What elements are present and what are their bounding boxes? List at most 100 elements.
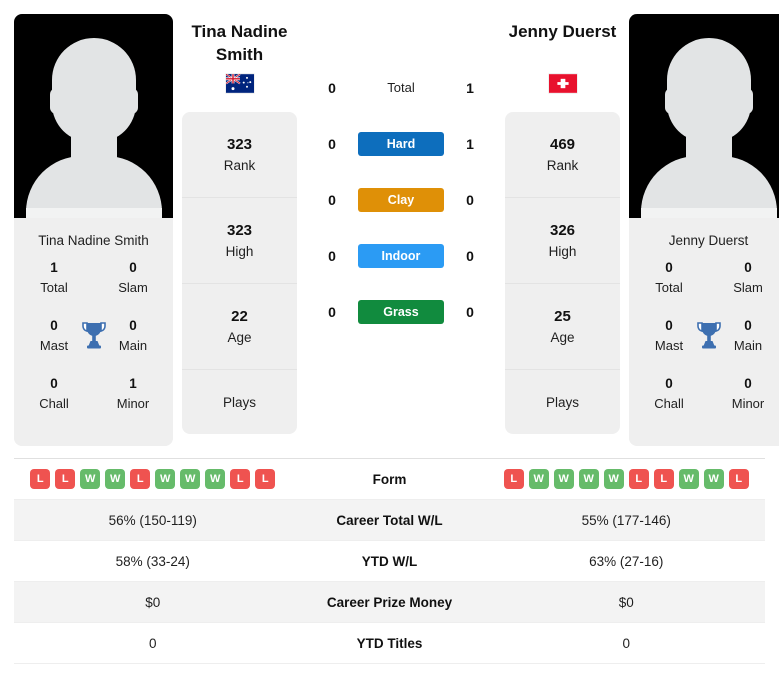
- h2h-clay-right: 0: [466, 192, 474, 208]
- table-row-career-wl: 56% (150-119) Career Total W/L 55% (177-…: [14, 500, 765, 541]
- right-honour-row-1: 0 Total 0 Slam: [629, 258, 779, 316]
- right-titles-mast: 0 Mast: [654, 318, 684, 353]
- right-titles-chall: 0 Chall: [654, 376, 684, 411]
- left-titles-slam: 0 Slam: [118, 260, 148, 295]
- right-form-badges: LWWWWLLWWL: [488, 469, 766, 489]
- form-badge: W: [80, 469, 101, 489]
- left-rank-block: 323 Rank: [182, 112, 297, 198]
- left-plays-block: Plays: [222, 394, 256, 410]
- left-titles-total: 1 Total: [40, 260, 68, 295]
- h2h-total-label-wrap: Total: [358, 79, 444, 97]
- surface-pill-hard[interactable]: Hard: [358, 132, 444, 156]
- table-row-ytd-titles: 0 YTD Titles 0: [14, 623, 765, 664]
- right-rank-block: 469 Rank: [505, 112, 620, 198]
- left-player-photo: [14, 14, 173, 218]
- left-titles-main: 0 Main: [118, 318, 148, 353]
- form-badge: W: [528, 469, 549, 489]
- right-titles-main: 0 Main: [733, 318, 763, 353]
- left-honour-row-1: 1 Total 0 Slam: [14, 258, 173, 316]
- table-row-form: LLWWLWWWLL Form LWWWWLLWWL: [14, 459, 765, 500]
- right-player-meta-card: 469 Rank 326 High 25 Age Plays: [505, 112, 620, 434]
- row-label-ytd-wl: YTD W/L: [361, 553, 418, 569]
- left-form-cell: LLWWLWWWLL: [14, 469, 292, 489]
- right-titles-minor: 0 Minor: [731, 376, 765, 411]
- table-row-ytd-wl: 58% (33-24) YTD W/L 63% (27-16): [14, 541, 765, 582]
- form-badge: L: [55, 469, 76, 489]
- right-player-honours: Jenny Duerst 0 Total 0 Slam 0 Mast 0 Mai…: [629, 218, 779, 446]
- trophy-icon: [695, 320, 723, 350]
- h2h-row-grass: 0 Grass 0: [306, 284, 496, 340]
- right-titles-total: 0 Total: [655, 260, 683, 295]
- h2h-hard-right: 1: [466, 136, 474, 152]
- left-player-name[interactable]: Tina Nadine Smith: [182, 20, 297, 66]
- row-label-form: Form: [372, 471, 407, 487]
- left-player-column: Tina Nadine Smith 1 Total 0 Slam 0 Mast …: [14, 14, 173, 446]
- left-player-meta-column: Tina Nadine Smith 323 Rank 323 High 22 A…: [182, 14, 297, 434]
- avatar-silhouette-icon: [640, 32, 777, 218]
- right-honour-row-3: 0 Chall 0 Minor: [629, 374, 779, 432]
- h2h-grass-left: 0: [328, 304, 336, 320]
- h2h-grass-right: 0: [466, 304, 474, 320]
- right-player-flag-wrap: [505, 66, 620, 100]
- right-career-wl: 55% (177-146): [581, 512, 671, 528]
- au-flag-icon: [225, 73, 254, 93]
- right-player-meta-column: Jenny Duerst 469 Rank 326 High 25 Age Pl…: [505, 14, 620, 434]
- avatar-silhouette-icon: [25, 32, 162, 218]
- form-badge: W: [553, 469, 574, 489]
- left-player-meta-card: 323 Rank 323 High 22 Age Plays: [182, 112, 297, 434]
- h2h-total-right: 1: [466, 80, 474, 96]
- row-label-prize-money: Career Prize Money: [326, 594, 453, 610]
- right-ytd-titles: 0: [622, 635, 630, 651]
- left-prize-money: $0: [145, 594, 161, 610]
- form-badge: L: [255, 469, 276, 489]
- left-titles-chall: 0 Chall: [39, 376, 69, 411]
- form-badge: W: [155, 469, 176, 489]
- h2h-clay-left: 0: [328, 192, 336, 208]
- right-age-block: 25 Age: [505, 284, 620, 370]
- right-player-photo-card[interactable]: Jenny Duerst 0 Total 0 Slam 0 Mast 0 Mai…: [629, 14, 779, 446]
- form-badge: L: [653, 469, 674, 489]
- comparison-stats-table: LLWWLWWWLL Form LWWWWLLWWL 56% (150-119)…: [14, 458, 765, 664]
- surface-pill-clay[interactable]: Clay: [358, 188, 444, 212]
- h2h-indoor-left: 0: [328, 248, 336, 264]
- form-badge: L: [230, 469, 251, 489]
- surface-pill-indoor[interactable]: Indoor: [358, 244, 444, 268]
- form-badge: L: [130, 469, 151, 489]
- player-comparison-page: Tina Nadine Smith 1 Total 0 Slam 0 Mast …: [0, 0, 779, 699]
- left-player-card-name: Tina Nadine Smith: [38, 233, 149, 248]
- form-badge: W: [205, 469, 226, 489]
- h2h-hard-left: 0: [328, 136, 336, 152]
- h2h-indoor-right: 0: [466, 248, 474, 264]
- head-to-head-column: 0 Total 1 0 Hard 1 0 Clay 0 0 Indoor 0 0…: [306, 14, 496, 340]
- ch-flag-icon: [548, 73, 577, 93]
- form-badge: W: [105, 469, 126, 489]
- right-player-name[interactable]: Jenny Duerst: [505, 20, 620, 66]
- h2h-row-hard: 0 Hard 1: [306, 116, 496, 172]
- row-label-ytd-titles: YTD Titles: [356, 635, 423, 651]
- trophy-icon: [80, 320, 108, 350]
- right-player-card-name: Jenny Duerst: [668, 233, 749, 248]
- right-player-column: Jenny Duerst 0 Total 0 Slam 0 Mast 0 Mai…: [629, 14, 779, 446]
- left-form-badges: LLWWLWWWLL: [14, 469, 292, 489]
- h2h-row-total: 0 Total 1: [306, 60, 496, 116]
- right-high-block: 326 High: [505, 198, 620, 284]
- right-prize-money: $0: [618, 594, 634, 610]
- form-badge: W: [603, 469, 624, 489]
- surface-pill-grass[interactable]: Grass: [358, 300, 444, 324]
- form-badge: L: [30, 469, 51, 489]
- left-ytd-titles: 0: [148, 635, 157, 651]
- right-ytd-wl: 63% (27-16): [589, 553, 664, 569]
- left-career-wl: 56% (150-119): [108, 512, 197, 528]
- right-titles-slam: 0 Slam: [733, 260, 763, 295]
- comparison-top-area: Tina Nadine Smith 1 Total 0 Slam 0 Mast …: [0, 0, 779, 446]
- left-titles-minor: 1 Minor: [116, 376, 150, 411]
- form-badge: L: [503, 469, 524, 489]
- form-badge: W: [578, 469, 599, 489]
- left-player-photo-card[interactable]: Tina Nadine Smith 1 Total 0 Slam 0 Mast …: [14, 14, 173, 446]
- left-titles-mast: 0 Mast: [39, 318, 69, 353]
- left-age-block: 22 Age: [182, 284, 297, 370]
- row-label-career-wl: Career Total W/L: [336, 512, 443, 528]
- left-high-block: 323 High: [182, 198, 297, 284]
- table-row-prize-money: $0 Career Prize Money $0: [14, 582, 765, 623]
- h2h-row-clay: 0 Clay 0: [306, 172, 496, 228]
